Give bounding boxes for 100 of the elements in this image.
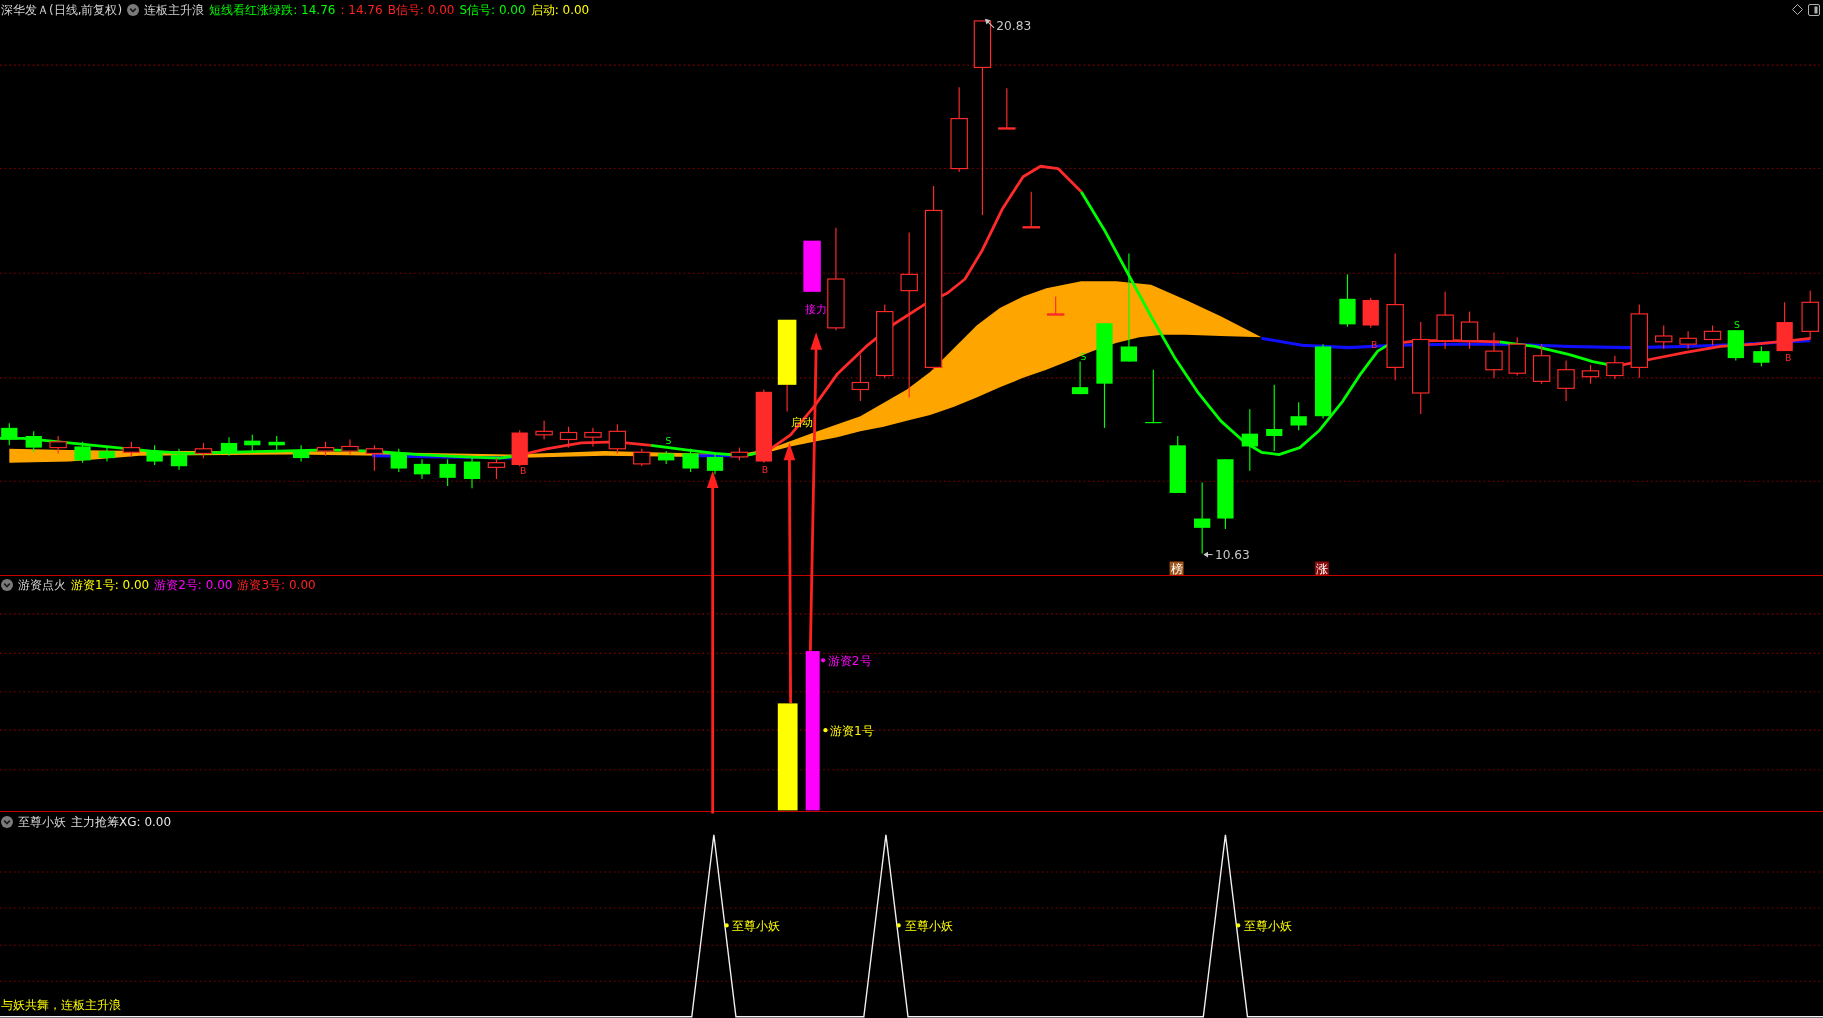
candlestick — [413, 458, 431, 480]
candlestick — [730, 447, 749, 461]
stock-title: 深华发Ａ(日线,前复权) — [1, 3, 123, 16]
candlestick — [98, 445, 116, 463]
indicator-reading: 主力抢筹XG: 0.00 — [71, 816, 172, 828]
candlestick — [365, 444, 384, 472]
indicator-reading: S信号: 0.00 — [459, 3, 526, 16]
indicator-name: 连板主升浪 — [144, 3, 205, 16]
candlestick — [1362, 297, 1379, 329]
candlestick — [608, 423, 627, 454]
high-price-label: 20.83 — [996, 19, 1032, 34]
candlestick — [1703, 324, 1722, 346]
buy-mark: B — [761, 464, 769, 476]
candlestick — [268, 435, 285, 451]
candlestick — [1581, 364, 1600, 385]
indicator-name: 游资点火 — [18, 579, 66, 591]
buy-mark: B — [1371, 339, 1378, 351]
candlestick — [1145, 369, 1162, 424]
candlestick — [559, 426, 578, 449]
candlestick — [341, 438, 359, 456]
candlestick — [1169, 435, 1186, 494]
candlestick — [316, 441, 335, 457]
candlestick — [1801, 290, 1819, 341]
indicator-reading: B信号: 0.00 — [387, 3, 455, 16]
candlestick — [1655, 324, 1673, 350]
candlestick — [851, 354, 870, 402]
candlestick — [390, 448, 407, 473]
candlestick — [244, 434, 261, 452]
peak-label: 至尊小妖 — [732, 919, 781, 934]
sell-mark: S — [665, 434, 672, 446]
candlestick — [1532, 343, 1551, 385]
candlestick — [1241, 408, 1258, 472]
candlestick — [146, 444, 163, 466]
buy-mark: B — [520, 465, 527, 477]
candlestick — [1606, 355, 1624, 380]
candlestick — [706, 452, 724, 475]
dot-icon — [724, 923, 729, 928]
candlestick — [439, 458, 456, 487]
candlestick — [1776, 301, 1793, 352]
candlestick — [122, 441, 141, 458]
candlestick — [220, 436, 238, 457]
signal-label: 启动 — [790, 415, 813, 429]
candlestick — [511, 429, 528, 467]
footer-caption: 与妖共舞，连板主升浪 — [1, 998, 122, 1013]
candlestick — [1753, 345, 1770, 367]
candlestick — [1679, 330, 1697, 350]
indicator-reading: 游资2号: 0.00 — [154, 579, 233, 591]
signal-label: 接力 — [804, 302, 827, 316]
bar-label: 游资1号 — [830, 723, 874, 738]
candlestick — [293, 444, 310, 463]
indicator-reading: 启动: 0.00 — [530, 3, 590, 16]
candlestick — [1485, 331, 1503, 379]
candlestick — [1460, 311, 1479, 350]
indicator-name: 至尊小妖 — [18, 816, 66, 828]
candlestick — [584, 427, 602, 448]
chevron-down-icon[interactable] — [1, 816, 13, 828]
candlestick — [25, 430, 42, 453]
candlestick — [633, 448, 651, 467]
candlestick — [535, 420, 553, 441]
candlestick — [1727, 329, 1744, 361]
candlestick — [463, 456, 481, 489]
signal-badge: 涨 — [1314, 561, 1329, 575]
peak-label: 至尊小妖 — [904, 919, 953, 934]
candlestick — [1217, 458, 1234, 530]
candlestick — [682, 448, 699, 473]
candlestick — [49, 435, 67, 454]
candle-wick — [786, 384, 788, 413]
indicator-reading: 短线看红涨绿跌: 14.76 — [209, 3, 336, 16]
low-price-label: 10.63 — [1214, 548, 1250, 563]
candlestick — [194, 442, 213, 459]
diamond-icon[interactable] — [1792, 4, 1803, 15]
bar-label: 游资2号 — [827, 654, 872, 668]
indicator-reading: : 14.76 — [340, 3, 383, 16]
candlestick — [74, 441, 91, 464]
candlestick — [1046, 295, 1065, 316]
split-square-icon[interactable] — [1808, 3, 1820, 16]
candlestick — [1, 422, 18, 446]
candlestick — [1508, 336, 1526, 377]
dot-icon — [1236, 923, 1241, 928]
chevron-down-icon[interactable] — [127, 3, 140, 16]
buy-mark: B — [1784, 352, 1792, 363]
candlestick — [170, 448, 188, 471]
sell-mark: S — [1734, 318, 1740, 330]
candlestick — [487, 457, 506, 480]
dot-icon — [896, 923, 901, 928]
candlestick — [1290, 401, 1307, 431]
pointer-arrow — [984, 19, 995, 29]
pointer-arrow — [1203, 551, 1214, 558]
chevron-down-icon[interactable] — [1, 579, 13, 591]
candlestick — [998, 87, 1016, 130]
candlestick — [1266, 384, 1283, 452]
candlestick — [1339, 273, 1356, 328]
candlestick — [1436, 291, 1454, 350]
signal-badge: 榜 — [1169, 561, 1184, 575]
peak-label: 至尊小妖 — [1244, 919, 1292, 934]
indicator-reading: 游资3号: 0.00 — [237, 579, 316, 591]
candlestick — [1557, 359, 1575, 402]
indicator-reading: 游资1号: 0.00 — [71, 579, 150, 591]
candlestick — [1071, 361, 1089, 395]
candlestick — [658, 450, 675, 465]
